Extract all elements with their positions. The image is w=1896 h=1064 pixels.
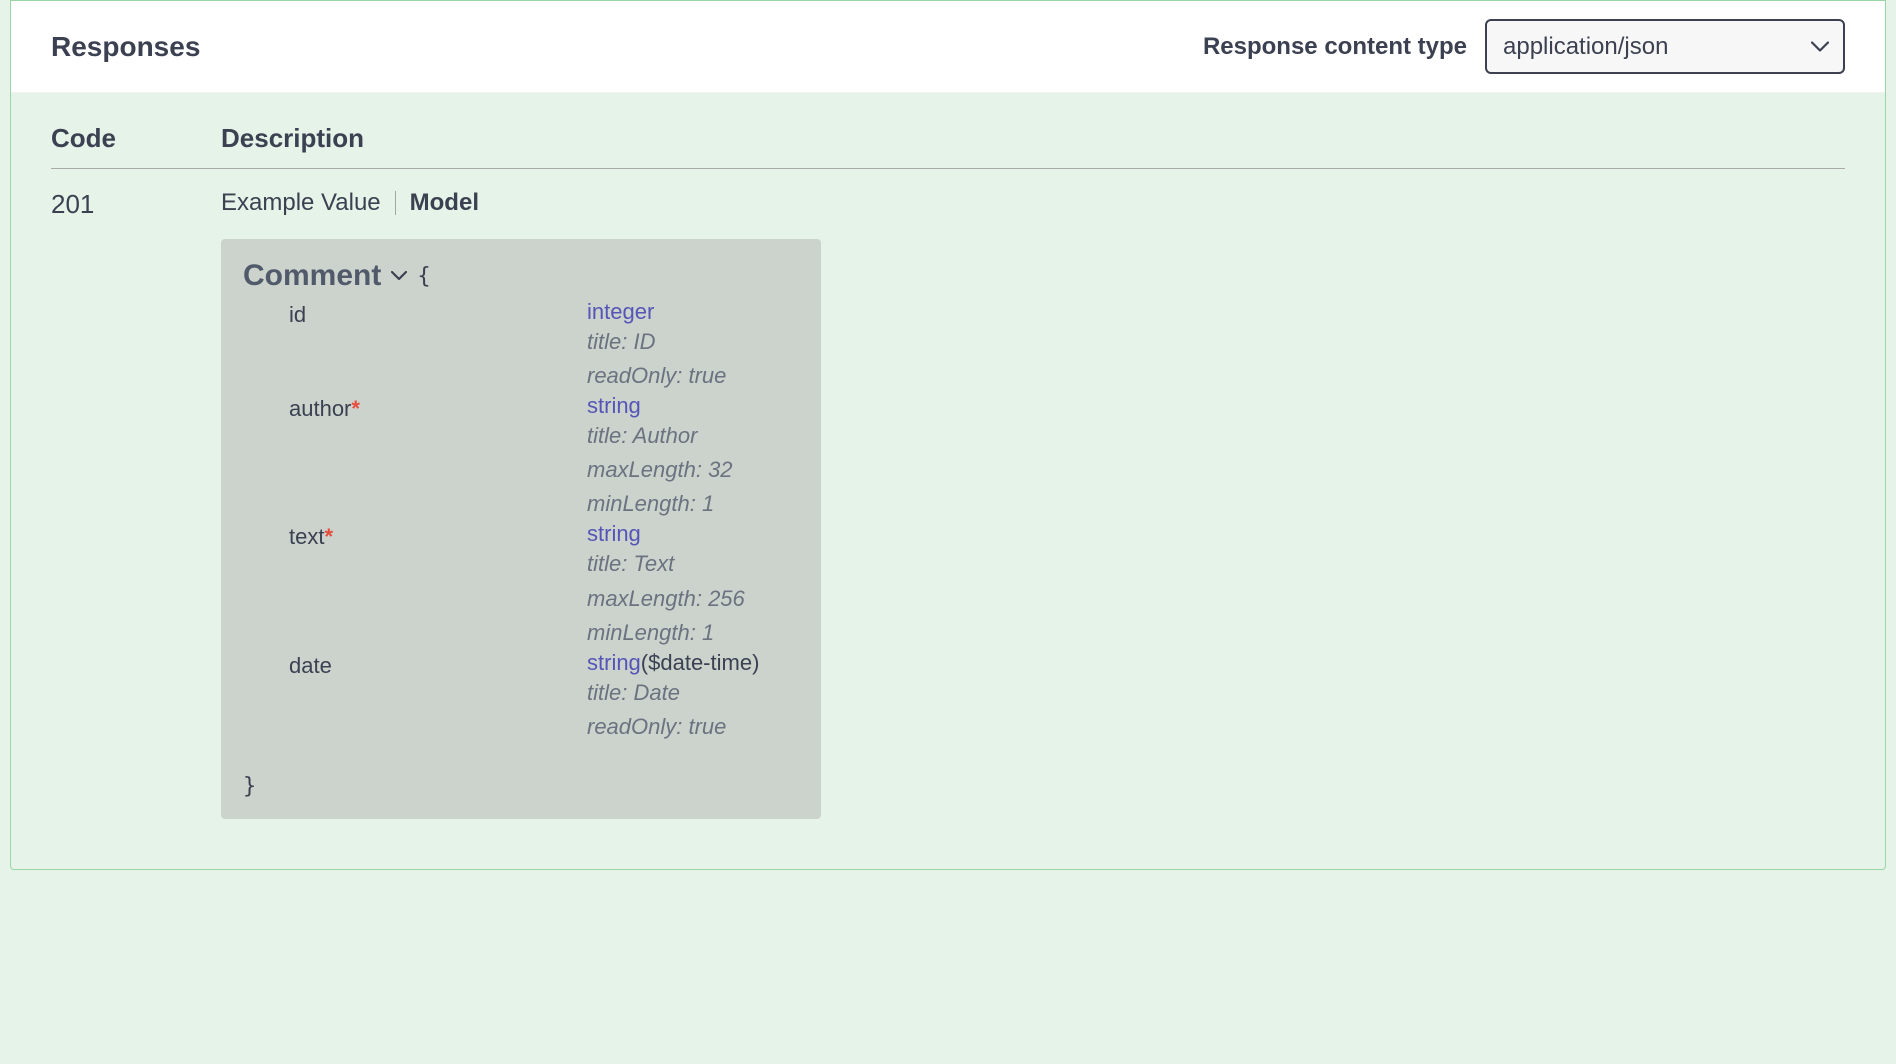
property-type-line: string	[587, 521, 799, 547]
response-description-cell: Example Value Model Comment { idintegert…	[221, 189, 1845, 819]
property-info-cell: integertitle: IDreadOnly: true	[587, 299, 799, 393]
response-code: 201	[51, 189, 94, 219]
model-property-row: id integertitle: IDreadOnly: true	[289, 299, 799, 393]
property-type-line: integer	[587, 299, 799, 325]
property-meta: readOnly: true	[587, 710, 799, 744]
code-column-header: Code	[51, 123, 221, 154]
property-meta: title: Text	[587, 547, 799, 581]
property-meta: maxLength: 32	[587, 453, 799, 487]
property-meta: minLength: 1	[587, 487, 799, 521]
content-type-select-wrap: application/json	[1485, 19, 1845, 74]
required-indicator: *	[351, 396, 360, 421]
content-type-select[interactable]: application/json	[1485, 19, 1845, 74]
close-brace: }	[243, 774, 799, 799]
property-name: date	[289, 653, 332, 678]
property-meta: readOnly: true	[587, 359, 799, 393]
property-type: string	[587, 650, 641, 675]
model-properties: idintegertitle: IDreadOnly: trueauthor*s…	[243, 299, 799, 744]
property-name-cell: date	[289, 650, 587, 679]
property-type: string	[587, 521, 641, 546]
property-name-cell: text*	[289, 521, 587, 550]
response-code-cell: 201	[51, 189, 221, 819]
model-name[interactable]: Comment	[243, 259, 381, 293]
property-name-cell: author*	[289, 393, 587, 422]
content-type-group: Response content type application/json	[1203, 19, 1845, 74]
model-property-row: date string($date-time)title: DatereadOnl…	[289, 650, 799, 744]
description-column-header: Description	[221, 123, 1845, 154]
open-brace: {	[417, 264, 430, 289]
responses-title: Responses	[51, 31, 200, 63]
property-info-cell: string($date-time)title: DatereadOnly: t…	[587, 650, 799, 744]
responses-panel: Responses Response content type applicat…	[10, 0, 1886, 870]
model-box: Comment { idintegertitle: IDreadOnly: tr…	[221, 239, 821, 819]
property-format: ($date-time)	[641, 650, 760, 675]
property-meta: title: ID	[587, 325, 799, 359]
model-property-row: author*stringtitle: AuthormaxLength: 32m…	[289, 393, 799, 521]
property-meta: minLength: 1	[587, 616, 799, 650]
required-indicator: *	[324, 524, 333, 549]
property-type-line: string($date-time)	[587, 650, 799, 676]
content-type-label: Response content type	[1203, 33, 1467, 61]
property-info-cell: stringtitle: TextmaxLength: 256minLength…	[587, 521, 799, 649]
property-type: string	[587, 393, 641, 418]
property-meta: title: Date	[587, 676, 799, 710]
response-tabs: Example Value Model	[221, 189, 1845, 217]
property-info-cell: stringtitle: AuthormaxLength: 32minLengt…	[587, 393, 799, 521]
property-name: id	[289, 302, 306, 327]
responses-header: Responses Response content type applicat…	[11, 1, 1885, 93]
property-meta: title: Author	[587, 419, 799, 453]
property-type-line: string	[587, 393, 799, 419]
responses-body: Code Description 201 Example Value Model…	[11, 93, 1885, 869]
property-type: integer	[587, 299, 654, 324]
tab-example-value[interactable]: Example Value	[221, 189, 395, 217]
response-row: 201 Example Value Model Comment {	[51, 189, 1845, 819]
model-property-row: text*stringtitle: TextmaxLength: 256minL…	[289, 521, 799, 649]
property-name: text	[289, 524, 324, 549]
model-title-row: Comment {	[243, 259, 799, 293]
property-name: author	[289, 396, 351, 421]
responses-table-header: Code Description	[51, 123, 1845, 169]
tab-model[interactable]: Model	[396, 189, 493, 217]
property-name-cell: id	[289, 299, 587, 328]
property-meta: maxLength: 256	[587, 582, 799, 616]
chevron-down-icon[interactable]	[391, 271, 407, 281]
